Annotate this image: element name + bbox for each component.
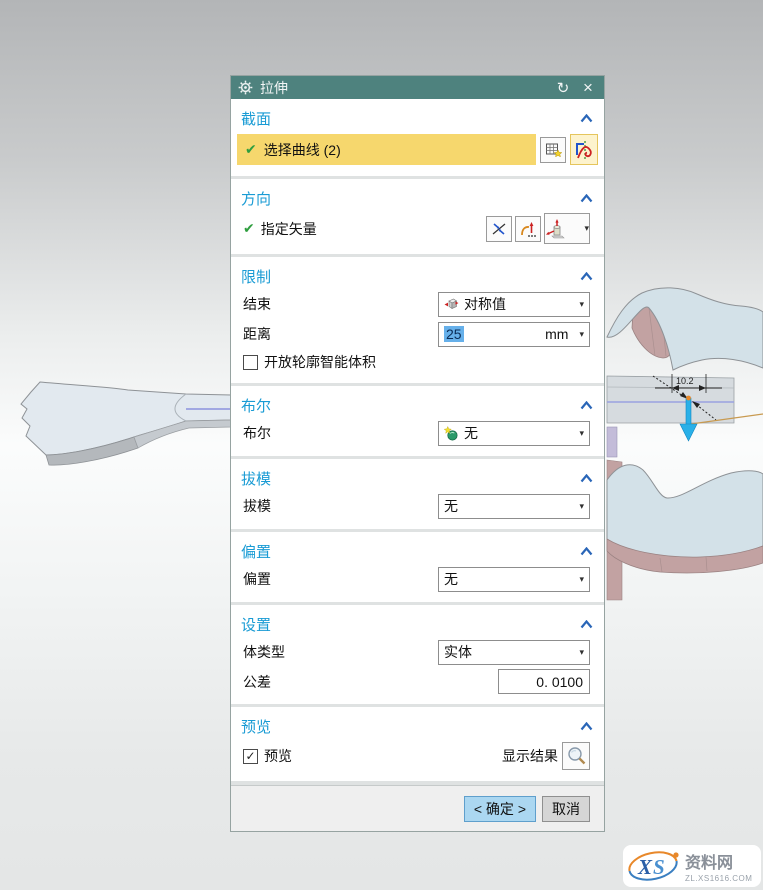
vector-dialog-button[interactable] <box>515 215 541 242</box>
boolean-header-label: 布尔 <box>241 397 272 415</box>
caret-down-icon: ▾ <box>579 646 584 657</box>
tolerance-label: 公差 <box>243 673 271 690</box>
distance-value: 25 <box>444 326 464 342</box>
caret-down-icon: ▾ <box>579 573 584 584</box>
collapse-chevron[interactable] <box>580 546 593 556</box>
collapse-chevron[interactable] <box>580 619 593 629</box>
caret-down-icon: ▾ <box>584 223 589 233</box>
draft-header-label: 拔模 <box>241 470 272 488</box>
sketch-section-button[interactable] <box>540 136 566 163</box>
draft-label: 拔模 <box>243 498 271 514</box>
tolerance-input[interactable]: 0. 0100 <box>498 669 590 694</box>
model-left-headstock[interactable] <box>20 381 232 466</box>
body-type-dropdown[interactable]: 实体 ▾ <box>438 639 590 665</box>
distance-unit: mm <box>545 326 569 342</box>
svg-text:资料网: 资料网 <box>685 853 733 872</box>
offset-dropdown[interactable]: 无 ▾ <box>438 566 590 592</box>
settings-header-label: 设置 <box>241 616 272 634</box>
group-settings: 设置 体类型 实体 ▾ 公差 0. 0100 <box>231 605 604 704</box>
open-profile-label: 开放轮廓智能体积 <box>264 354 376 370</box>
preview-header-label: 预览 <box>241 718 272 736</box>
select-curve-field[interactable]: ✔ 选择曲线 (2) <box>237 134 536 165</box>
caret-down-icon: ▾ <box>579 500 584 511</box>
specify-vector-label: 指定矢量 <box>260 220 317 237</box>
collapse-chevron[interactable] <box>580 193 593 203</box>
check-icon: ✔ <box>243 220 255 236</box>
body-type-value: 实体 <box>444 644 472 660</box>
end-dropdown[interactable]: 对称值 ▾ <box>438 291 590 317</box>
body-type-label: 体类型 <box>243 644 285 660</box>
section-header-label: 截面 <box>241 110 272 128</box>
show-result-label: 显示结果 <box>502 748 558 764</box>
preview-label: 预览 <box>264 748 292 764</box>
check-icon: ✔ <box>245 141 257 157</box>
open-profile-checkbox[interactable] <box>243 354 258 370</box>
extrude-dialog: 拉伸 ↻ × 截面 ✔ 选择曲线 (2) 方向 ✔ 指定矢量 ▾ 限制 结束 对… <box>230 75 605 832</box>
select-curve-label: 选择曲线 (2) <box>263 141 341 158</box>
svg-text:ZL.XS1616.COM: ZL.XS1616.COM <box>685 874 752 883</box>
watermark-logo: X S 资料网 ZL.XS1616.COM <box>628 851 752 883</box>
offset-value: 无 <box>444 571 458 587</box>
end-label: 结束 <box>243 296 271 312</box>
distance-label: 距离 <box>243 326 271 342</box>
show-result-button[interactable] <box>562 742 590 770</box>
caret-down-icon: ▾ <box>579 427 584 438</box>
gear-icon <box>238 80 253 95</box>
dialog-footer: < 确定 > 取消 <box>231 785 604 831</box>
curve-icon <box>576 140 592 159</box>
tolerance-value: 0. 0100 <box>536 673 583 690</box>
sketch-section-icon <box>545 143 562 158</box>
svg-text:X: X <box>637 855 653 879</box>
direction-header-label: 方向 <box>241 190 272 208</box>
group-direction: 方向 ✔ 指定矢量 ▾ <box>231 179 604 254</box>
cad-viewport: 10.2 拉伸 ↻ × 截面 ✔ 选择曲线 (2) 方向 ✔ 指定矢量 ▾ 限制… <box>0 0 763 890</box>
reverse-direction-button[interactable] <box>486 215 512 242</box>
reverse-direction-icon <box>492 222 506 235</box>
end-value: 对称值 <box>464 296 506 312</box>
caret-down-icon: ▾ <box>579 298 584 309</box>
boolean-none-icon <box>444 425 458 440</box>
group-offset: 偏置 偏置 无 ▾ <box>231 532 604 602</box>
group-preview: 预览 ✓ 预览 显示结果 <box>231 707 604 781</box>
collapse-chevron[interactable] <box>580 113 593 123</box>
draft-dropdown[interactable]: 无 ▾ <box>438 493 590 519</box>
cancel-button[interactable]: 取消 <box>542 795 590 822</box>
group-section: 截面 ✔ 选择曲线 (2) <box>231 99 604 176</box>
offset-header-label: 偏置 <box>241 543 272 561</box>
offset-label: 偏置 <box>243 571 271 587</box>
vector-method-button[interactable]: ▾ <box>544 213 590 244</box>
model-right-body[interactable] <box>606 287 763 601</box>
symmetric-value-icon <box>444 298 459 310</box>
watermark: X S 资料网 ZL.XS1616.COM <box>623 845 761 887</box>
group-limits: 限制 结束 对称值 ▾ 距离 25 mm ▾ 开放轮廓智能体积 <box>231 257 604 383</box>
preview-checkbox[interactable]: ✓ <box>243 748 258 764</box>
dialog-titlebar[interactable]: 拉伸 ↻ × <box>231 76 604 99</box>
curve-select-button[interactable] <box>570 134 598 165</box>
group-boolean: 布尔 布尔 无 ▾ <box>231 386 604 456</box>
collapse-chevron[interactable] <box>580 400 593 410</box>
distance-input[interactable]: 25 mm ▾ <box>438 321 590 347</box>
collapse-chevron[interactable] <box>580 473 593 483</box>
boolean-label: 布尔 <box>243 425 271 441</box>
inferred-vector-icon <box>521 221 536 237</box>
boolean-dropdown[interactable]: 无 ▾ <box>438 420 590 446</box>
collapse-chevron[interactable] <box>580 271 593 281</box>
magnifier-icon <box>568 747 586 765</box>
draft-value: 无 <box>444 498 458 514</box>
caret-down-icon: ▾ <box>579 328 584 339</box>
group-draft: 拔模 拔模 无 ▾ <box>231 459 604 529</box>
close-icon[interactable]: × <box>579 78 597 97</box>
dimension-text: 10.2 <box>676 376 694 386</box>
vector-icon <box>546 218 565 238</box>
ok-button[interactable]: < 确定 > <box>463 795 536 822</box>
svg-text:S: S <box>653 855 665 879</box>
limits-header-label: 限制 <box>241 268 272 286</box>
reset-button[interactable]: ↻ <box>554 79 572 97</box>
boolean-value: 无 <box>464 425 478 441</box>
dialog-title: 拉伸 <box>260 79 288 96</box>
collapse-chevron[interactable] <box>580 721 593 731</box>
